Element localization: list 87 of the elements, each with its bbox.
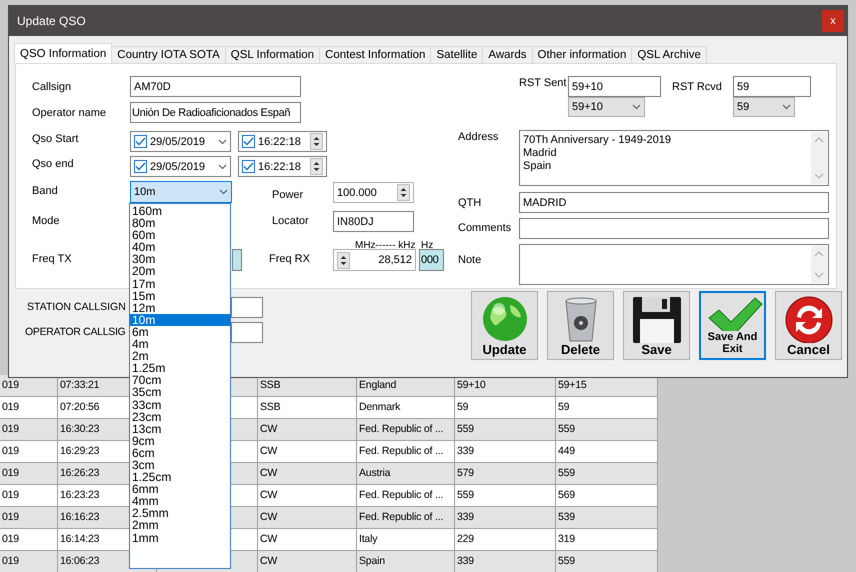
tab[interactable]: QSO Information xyxy=(14,43,112,63)
date-picker[interactable]: 29/05/2019 xyxy=(130,156,231,177)
field-label: Qso end xyxy=(32,158,74,170)
checkbox[interactable] xyxy=(242,135,255,148)
list-item[interactable]: 20m xyxy=(130,265,230,278)
list-item[interactable]: 1.25m xyxy=(130,362,230,374)
list-item[interactable]: 80m xyxy=(130,217,230,230)
time-picker[interactable]: 16:22:18 xyxy=(238,156,327,177)
toolbar-button[interactable]: Save xyxy=(623,291,690,360)
chevron-icon xyxy=(632,104,641,110)
text-field[interactable]: MADRID xyxy=(519,192,829,213)
hz-field[interactable] xyxy=(232,249,242,271)
list-item[interactable]: 40m xyxy=(130,241,230,254)
table-cell: CW xyxy=(258,551,357,572)
text-field[interactable] xyxy=(231,297,263,318)
unit-caption: MHz------ kHz xyxy=(355,240,416,251)
field-label: Freq RX xyxy=(269,253,310,265)
field-label: STATION CALLSIGN xyxy=(27,301,126,313)
tab[interactable]: Country IOTA SOTA xyxy=(111,46,226,63)
text-field[interactable]: AM70D xyxy=(130,76,301,97)
note-field[interactable] xyxy=(519,244,829,285)
field-label: Mode xyxy=(32,215,60,227)
text-field[interactable]: Unión De Radioaficionados Españ xyxy=(130,102,301,123)
field-label: RST Sent xyxy=(519,77,566,89)
list-item[interactable]: 10m xyxy=(130,314,230,326)
field-label: OPERATOR CALLSIG xyxy=(25,326,126,338)
field-label: Power xyxy=(272,189,304,201)
list-item[interactable]: 30m xyxy=(130,253,230,266)
checkbox[interactable] xyxy=(134,135,147,148)
toolbar-button[interactable]: Save And Exit xyxy=(699,291,766,360)
field-label: RST Rcvd xyxy=(672,81,722,93)
hz-field[interactable]: 000 xyxy=(419,249,444,271)
rst-dropdown[interactable]: 59+10 xyxy=(568,97,645,117)
field-label: Qso Start xyxy=(32,133,78,145)
checkbox[interactable] xyxy=(242,160,255,173)
text-field[interactable]: 59 xyxy=(733,76,811,97)
list-item[interactable]: 17m xyxy=(130,278,230,290)
checkbox[interactable] xyxy=(134,160,147,173)
toolbar-button[interactable]: Update xyxy=(471,291,538,360)
band-dropdown[interactable]: 10m xyxy=(130,181,232,203)
toolbar-button[interactable]: Cancel xyxy=(775,291,842,360)
spinner-icon[interactable] xyxy=(397,184,410,201)
list-item[interactable]: 4m xyxy=(130,338,230,350)
chevron-icon xyxy=(218,164,227,170)
rst-dropdown[interactable]: 59 xyxy=(733,97,795,117)
chevron-icon xyxy=(218,138,227,144)
table-cell: Spain xyxy=(357,551,455,572)
field-label: Locator xyxy=(272,215,309,227)
frequency-field[interactable]: 28,512 xyxy=(333,249,416,271)
date-picker[interactable]: 29/05/2019 xyxy=(130,131,231,152)
spinner-icon[interactable] xyxy=(310,133,323,150)
unit-caption: Hz xyxy=(421,240,434,251)
time-picker[interactable]: 16:22:18 xyxy=(238,131,327,152)
field-label: Callsign xyxy=(32,81,72,93)
field-label: Address xyxy=(458,131,498,143)
field-label: Freq TX xyxy=(32,253,72,265)
scrollbar[interactable] xyxy=(811,246,827,283)
spinner-icon[interactable] xyxy=(337,252,350,268)
list-item[interactable]: 60m xyxy=(130,229,230,242)
chevron-icon xyxy=(219,189,228,195)
list-item[interactable]: 6m xyxy=(130,326,230,338)
text-field[interactable] xyxy=(519,218,829,239)
text-field[interactable] xyxy=(231,322,263,343)
number-field[interactable]: 100.000 xyxy=(333,182,414,203)
address-field[interactable]: 70Th Anniversary - 1949-2019 Madrid Spain xyxy=(519,130,829,186)
close-button[interactable]: x xyxy=(822,10,844,32)
text-field[interactable]: 59+10 xyxy=(568,76,661,97)
tab[interactable]: QSL Information xyxy=(224,46,320,63)
list-item[interactable]: 12m xyxy=(130,302,230,314)
text-field[interactable]: IN80DJ xyxy=(333,211,414,232)
table-cell: 559 xyxy=(556,551,658,572)
table-cell: 339 xyxy=(455,551,556,572)
field-label: QTH xyxy=(458,197,482,209)
table-cell: 019 xyxy=(0,551,58,572)
spinner-icon[interactable] xyxy=(310,158,323,175)
field-label: Operator name xyxy=(32,107,106,119)
field-label: Note xyxy=(458,254,482,266)
chevron-icon xyxy=(782,104,791,110)
scrollbar[interactable] xyxy=(811,132,827,184)
list-item[interactable]: 15m xyxy=(130,290,230,302)
toolbar-button[interactable]: Delete xyxy=(547,291,614,360)
list-item[interactable]: 160m xyxy=(130,205,230,218)
list-item[interactable]: 2m xyxy=(130,350,230,362)
window-title: Update QSO xyxy=(17,14,86,28)
field-label: Comments xyxy=(458,222,512,234)
field-label: Band xyxy=(32,185,58,197)
tab[interactable]: QSL Archive xyxy=(631,46,707,63)
